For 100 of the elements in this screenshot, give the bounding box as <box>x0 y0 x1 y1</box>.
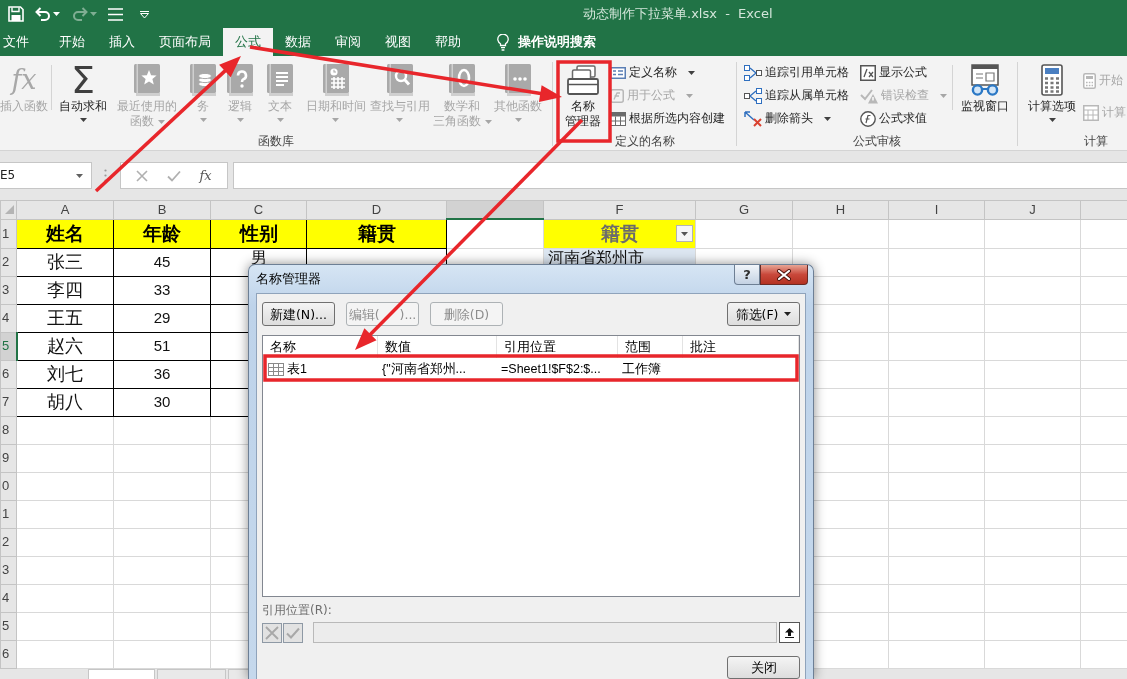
table-cell: 36 <box>113 360 211 389</box>
column-header[interactable]: G <box>695 200 793 220</box>
ribbon-tab[interactable]: 页面布局 <box>147 28 223 56</box>
cross-icon[interactable] <box>136 169 149 182</box>
ribbon-tab[interactable]: 帮助 <box>423 28 473 56</box>
filter-button[interactable] <box>676 225 693 243</box>
book-lines-icon <box>267 64 293 96</box>
check-warning-icon <box>860 87 878 104</box>
column-header[interactable]: J <box>984 200 1081 220</box>
ribbon-button[interactable]: Σ 自动求和 <box>55 61 111 126</box>
calculator-icon <box>1083 72 1096 89</box>
undo-icon[interactable] <box>35 7 51 21</box>
field-label: 引用位置(R): <box>262 603 333 618</box>
window-title: 动态制作下拉菜单.xlsx - Excel <box>583 6 773 22</box>
ribbon-button[interactable]: 定义名称 <box>610 61 727 84</box>
column-header[interactable]: I <box>888 200 985 220</box>
group-label: 函数库 <box>257 133 295 150</box>
table-icon <box>268 362 284 376</box>
table-cell: 33 <box>113 276 211 305</box>
list-cell: 表1 <box>287 361 307 377</box>
ribbon-tab[interactable]: 视图 <box>373 28 423 56</box>
close-button[interactable]: 关闭 <box>727 656 800 679</box>
dialog-button[interactable]: 新建(N)... <box>262 302 335 326</box>
help-button[interactable]: ? <box>734 265 760 285</box>
function-icon: fx <box>11 64 37 96</box>
row-header[interactable]: 2 <box>0 248 17 277</box>
row-header[interactable]: 1 <box>0 500 17 529</box>
ribbon-button[interactable]: 监视窗口 <box>956 61 1014 114</box>
cancel-button[interactable] <box>262 622 282 643</box>
table-cell: 王五 <box>16 304 114 333</box>
column-header[interactable]: B <box>113 200 211 220</box>
table-header-cell: 性别 <box>210 219 307 249</box>
ribbon-button[interactable]: 追踪引用单元格 <box>744 61 851 84</box>
ribbon-tab[interactable]: 开始 <box>47 28 97 56</box>
confirm-button[interactable] <box>283 622 303 643</box>
sheet-calculator-icon <box>1083 104 1099 121</box>
caret-icon <box>784 312 792 316</box>
collapse-button[interactable] <box>779 622 800 644</box>
row-header[interactable]: 4 <box>0 584 17 613</box>
ribbon-tab[interactable]: 文件 <box>0 28 47 56</box>
tell-me-search[interactable]: 操作说明搜索 <box>497 28 596 56</box>
row-header[interactable]: 0 <box>0 472 17 501</box>
list-column-header[interactable]: 引用位置 <box>496 336 617 358</box>
row-header[interactable]: 7 <box>0 388 17 417</box>
ribbon-tab[interactable]: 审阅 <box>323 28 373 56</box>
cross-icon <box>265 625 279 640</box>
ribbon-button[interactable]: 删除箭头 <box>744 107 851 130</box>
filter-menu-button[interactable]: 筛选(F) <box>727 302 800 326</box>
ribbon-button[interactable]: 追踪从属单元格 <box>744 84 851 107</box>
ribbon-button[interactable]: 显示公式 <box>860 61 949 84</box>
row-header[interactable]: 6 <box>0 640 17 669</box>
row-header[interactable]: 9 <box>0 444 17 473</box>
list-cell: 工作簿 <box>617 358 682 380</box>
formula-input[interactable] <box>233 162 1127 189</box>
table-cell: 45 <box>113 248 211 277</box>
sheet-tab[interactable] <box>88 668 155 679</box>
ribbon-tab[interactable]: 插入 <box>97 28 147 56</box>
column-header[interactable]: D <box>306 200 447 220</box>
card-box-icon <box>567 65 599 95</box>
column-header[interactable]: F <box>543 200 696 220</box>
window-glasses-icon <box>969 64 1001 96</box>
list-column-header[interactable]: 数值 <box>377 336 496 358</box>
close-button[interactable] <box>760 265 808 285</box>
function-icon[interactable]: fx <box>199 167 212 184</box>
ribbon-button[interactable]: 计算选项 <box>1023 61 1081 126</box>
line-triangle-icon[interactable] <box>140 10 149 18</box>
column-header[interactable]: A <box>16 200 114 220</box>
table-cell: 刘七 <box>16 360 114 389</box>
row-header[interactable]: 3 <box>0 556 17 585</box>
list-column-header[interactable]: 批注 <box>682 336 799 358</box>
ribbon-tab[interactable]: 公式 <box>223 28 273 56</box>
ribbon-button[interactable]: 公式求值 <box>860 107 949 130</box>
row-header[interactable]: 2 <box>0 528 17 557</box>
check-icon[interactable] <box>166 169 181 182</box>
group-label: 计算 <box>1082 133 1109 150</box>
grip-icon <box>104 169 107 182</box>
ribbon-tab[interactable]: 数据 <box>273 28 323 56</box>
book-coins-icon <box>190 64 216 96</box>
caret-icon[interactable] <box>53 12 60 16</box>
table-cell: 赵六 <box>16 332 114 361</box>
row-header[interactable]: 5 <box>0 612 17 641</box>
row-header[interactable]: 3 <box>0 276 17 305</box>
list-lines-icon[interactable] <box>108 7 123 21</box>
column-header[interactable] <box>446 200 544 220</box>
close-icon <box>777 268 791 281</box>
save-icon[interactable] <box>8 6 24 22</box>
column-header[interactable]: C <box>210 200 307 220</box>
row-header[interactable]: 5 <box>0 332 17 361</box>
column-header[interactable]: H <box>792 200 889 220</box>
caret-icon[interactable] <box>76 173 83 178</box>
book-calendar-icon <box>322 64 349 96</box>
row-header[interactable]: 6 <box>0 360 17 389</box>
list-column-header[interactable]: 范围 <box>617 336 682 358</box>
name-box[interactable]: E5 <box>0 162 92 189</box>
row-header[interactable]: 8 <box>0 416 17 445</box>
ribbon-button[interactable]: 根据所选内容创建 <box>610 107 727 130</box>
row-header[interactable]: 1 <box>0 219 17 249</box>
label-icon <box>610 66 626 79</box>
row-header[interactable]: 4 <box>0 304 17 333</box>
calculator-icon <box>1041 64 1063 96</box>
